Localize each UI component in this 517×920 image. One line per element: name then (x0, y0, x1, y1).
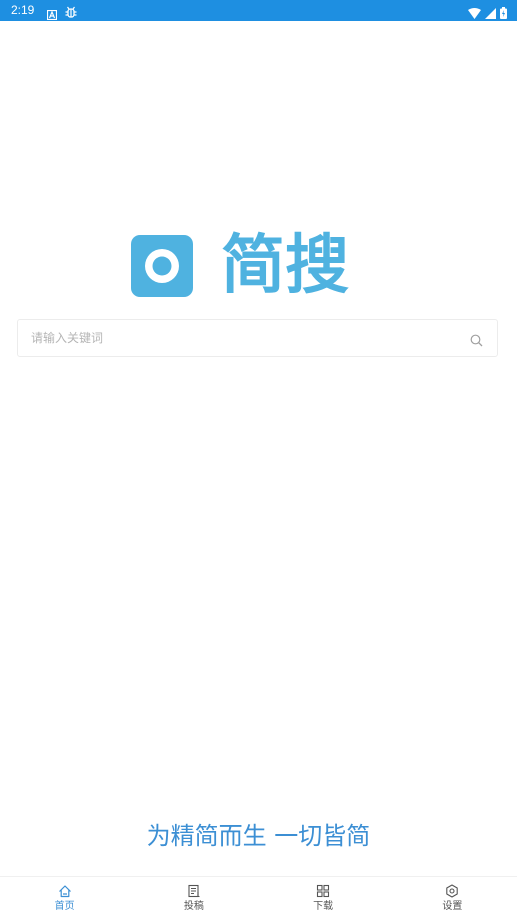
logo-mark-icon (131, 235, 193, 297)
nav-item-download[interactable]: 下载 (259, 877, 388, 920)
nav-label-download: 下载 (313, 901, 334, 912)
bottom-nav: 首页 投稿 下载 设置 (0, 876, 517, 920)
battery-icon (500, 4, 507, 23)
status-indicators (468, 4, 507, 23)
nav-item-submit[interactable]: 投稿 (129, 877, 258, 920)
status-bar: 2:19 (0, 0, 517, 21)
nav-label-home: 首页 (54, 901, 75, 912)
notification-a-icon (46, 5, 58, 21)
search-input[interactable] (31, 320, 451, 356)
wifi-icon (468, 4, 481, 23)
nav-item-settings[interactable]: 设置 (388, 877, 517, 920)
nav-label-submit: 投稿 (183, 901, 204, 912)
settings-gear-icon (445, 883, 459, 898)
cell-signal-icon (485, 4, 496, 23)
status-time: 2:19 (11, 3, 35, 17)
logo-text: 简搜 (221, 229, 349, 303)
search-box[interactable] (17, 319, 498, 357)
slogan: 为精简而生 一切皆简 (146, 822, 371, 850)
nav-label-settings: 设置 (442, 901, 463, 912)
submit-icon (187, 883, 201, 898)
search-icon[interactable] (470, 332, 483, 347)
home-icon (58, 883, 72, 898)
download-grid-icon (316, 883, 330, 898)
nav-item-home[interactable]: 首页 (0, 877, 129, 920)
app-logo: 简搜 (131, 229, 383, 303)
debug-bug-icon (65, 4, 77, 18)
